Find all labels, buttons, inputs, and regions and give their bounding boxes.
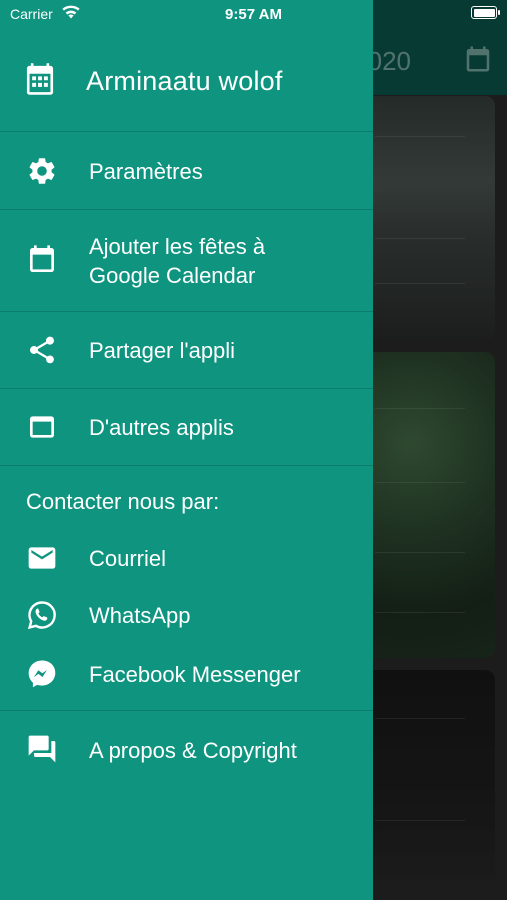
calendar-icon [26,244,58,276]
share-icon [26,334,58,366]
calendar-icon [24,62,56,96]
chat-icon [26,733,58,765]
menu-item-about-copyright[interactable]: A propos & Copyright [0,711,373,789]
contact-item-whatsapp[interactable]: WhatsApp [0,587,373,644]
window-icon [26,411,58,443]
contact-item-label: WhatsApp [89,603,191,628]
mail-icon [26,542,58,574]
menu-item-share-app[interactable]: Partager l'appli [0,312,373,388]
menu-item-other-apps[interactable]: D'autres applis [0,389,373,465]
status-bar: Carrier 9:57 AM [0,0,507,30]
menu-item-label: Ajouter les fêtes à Google Calendar [89,234,266,288]
menu-item-label: Paramètres [89,159,203,184]
contact-item-label: Facebook Messenger [89,662,301,687]
menu-item-add-to-google-calendar[interactable]: Ajouter les fêtes à Google Calendar [0,210,373,311]
contact-item-email[interactable]: Courriel [0,530,373,587]
messenger-icon [26,658,58,690]
contact-section-title: Contacter nous par: [26,489,220,514]
whatsapp-icon [26,599,58,631]
app-title: Arminaatu wolof [86,66,283,96]
menu-item-label: D'autres applis [89,415,234,440]
navigation-drawer: Arminaatu wolof Paramètres Ajouter les f… [0,0,373,900]
status-time: 9:57 AM [225,6,282,23]
drawer-header: Arminaatu wolof [0,42,373,130]
menu-item-settings[interactable]: Paramètres [0,132,373,209]
battery-icon [471,6,500,19]
contact-item-facebook-messenger[interactable]: Facebook Messenger [0,644,373,710]
menu-item-label: A propos & Copyright [89,738,297,763]
divider [0,465,373,466]
menu-item-label: Partager l'appli [89,338,236,363]
contact-item-label: Courriel [89,546,167,571]
settings-icon [26,155,58,187]
